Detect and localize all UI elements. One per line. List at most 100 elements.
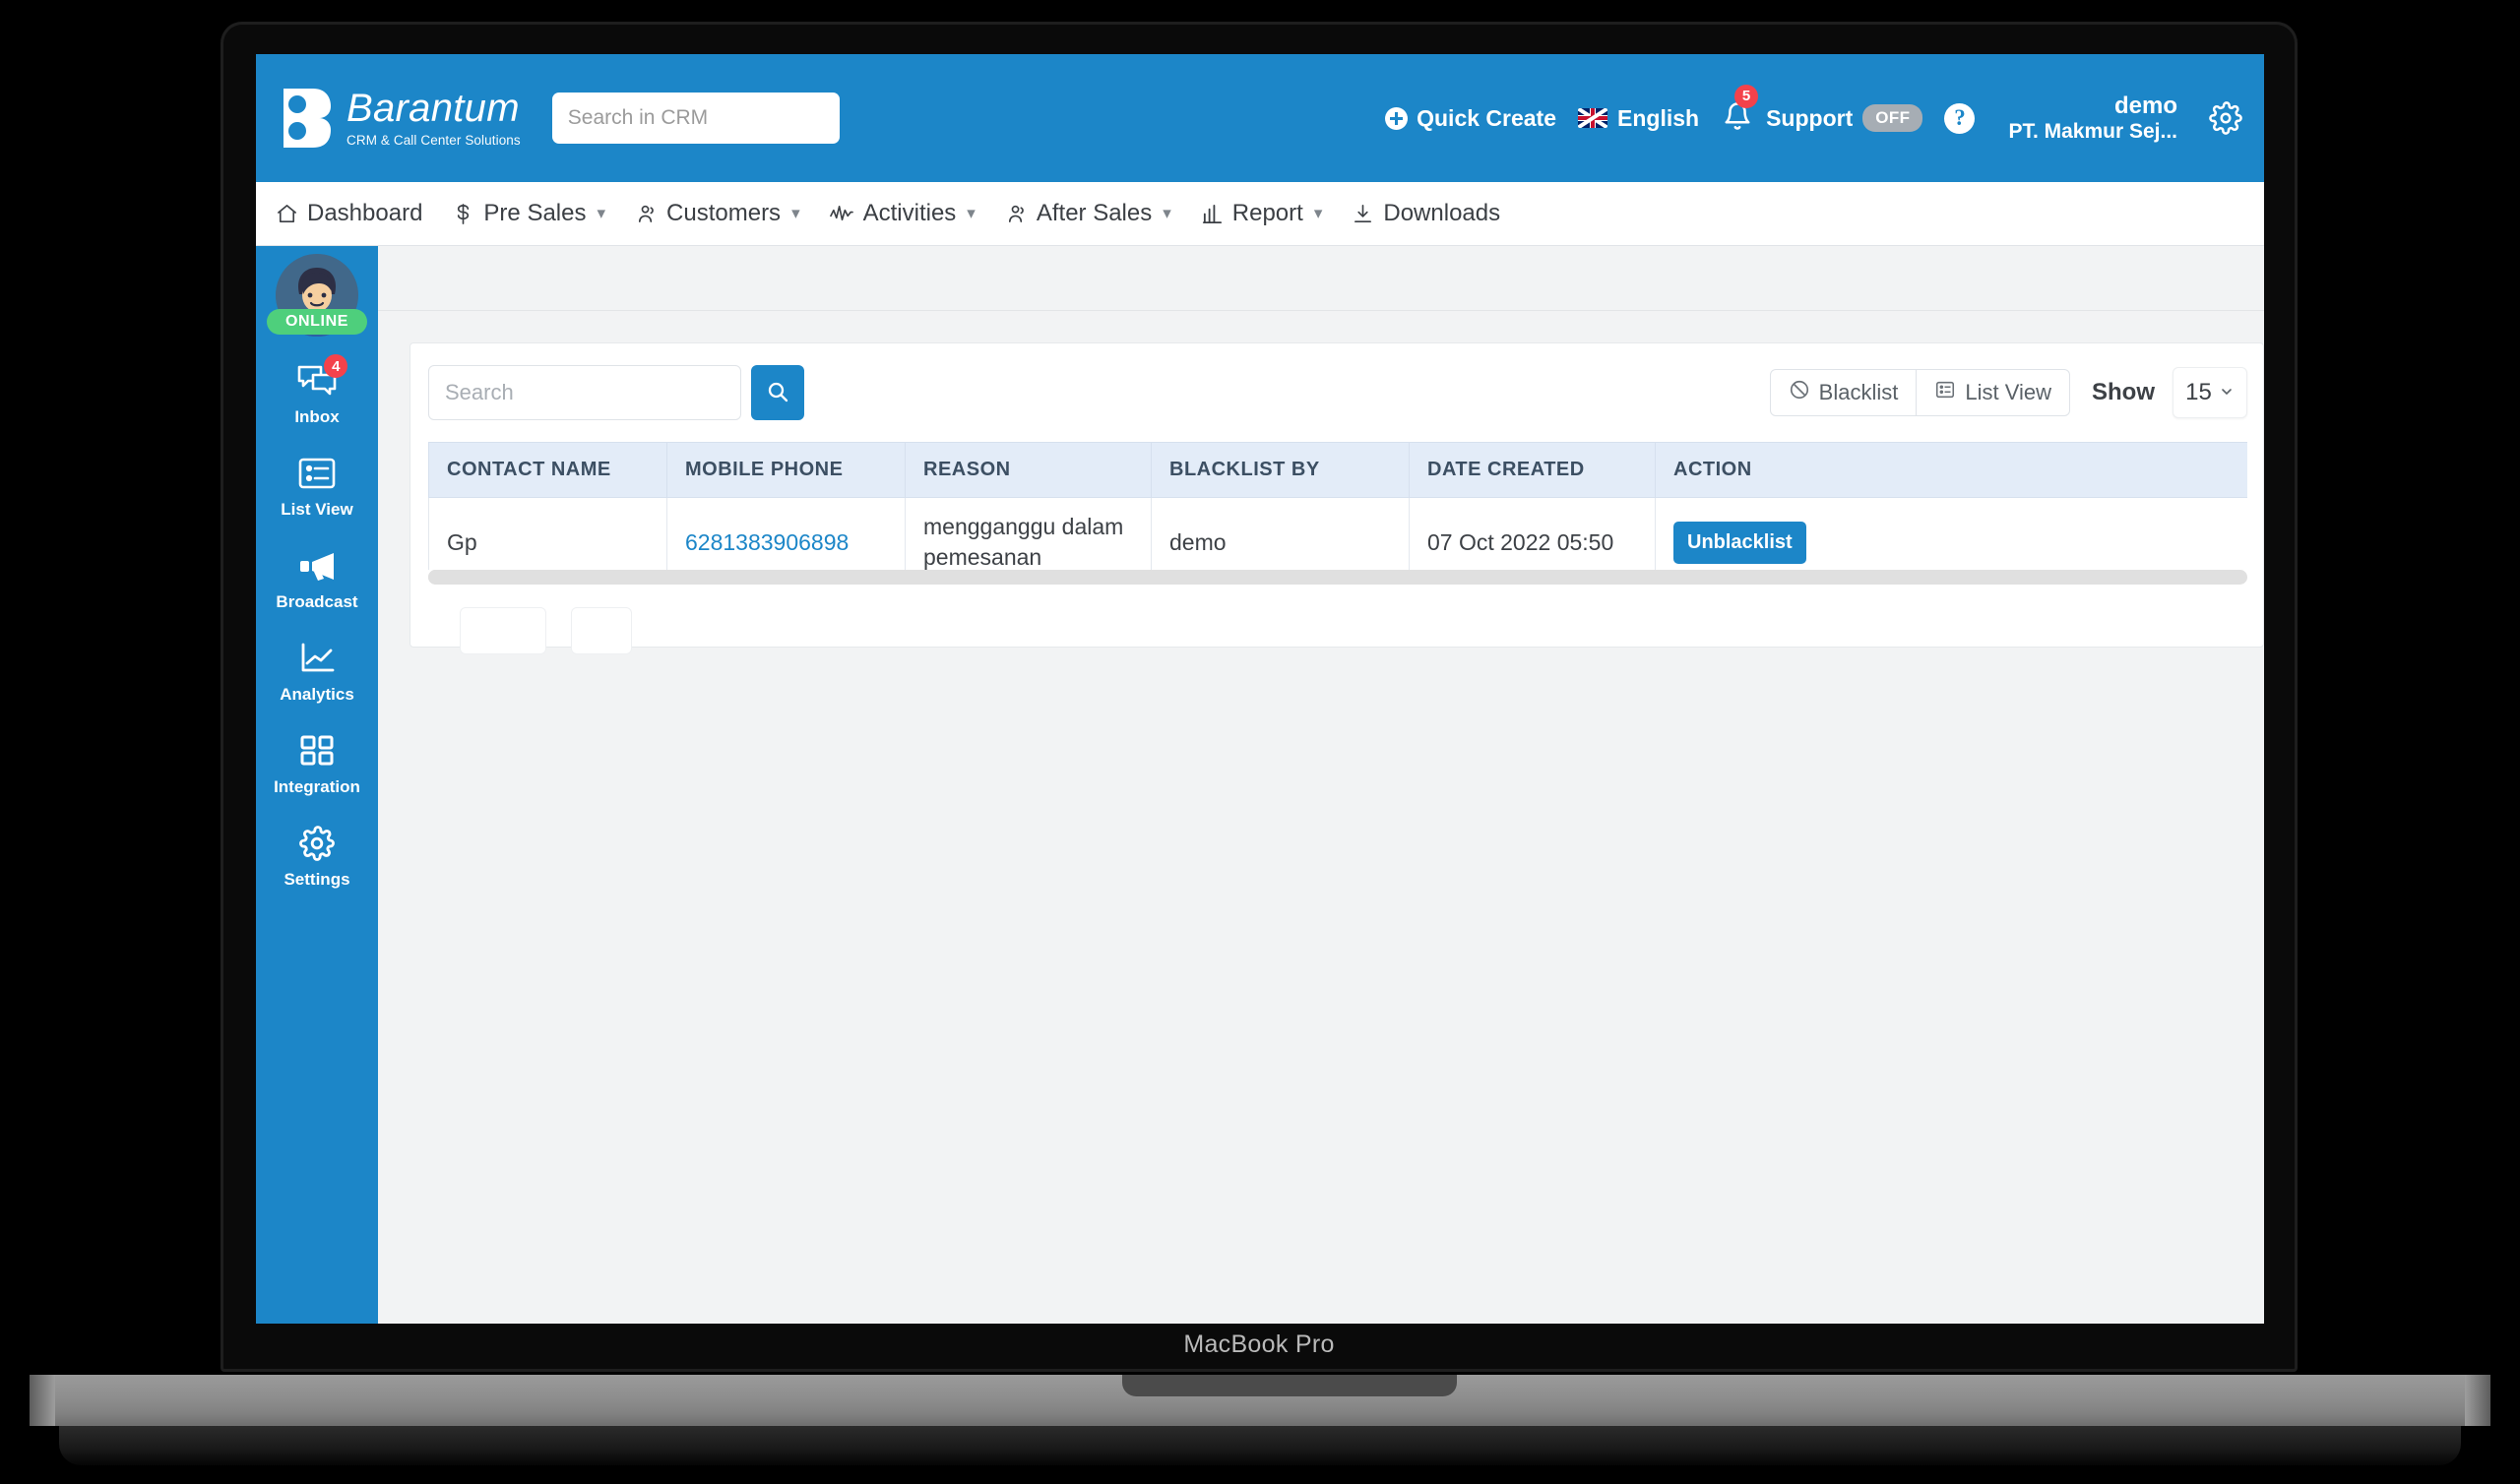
people-icon [635,203,658,225]
notifications-button[interactable]: 5 [1723,84,1759,137]
sidebar-item-label: List View [281,500,353,519]
phone-link[interactable]: 6281383906898 [685,529,849,555]
avatar[interactable]: ONLINE [267,254,367,337]
column-header-reason[interactable]: REASON [905,442,1152,498]
laptop-notch [1122,1375,1457,1396]
chevron-down-icon: ▾ [1313,204,1323,222]
nav-label: Activities [862,200,957,226]
screen-viewport: Barantum CRM & Call Center Solutions Qui… [256,54,2264,1324]
nav-label: Pre Sales [483,200,587,226]
main-navigation: Dashboard Pre Sales ▾ Customers ▾ Activi… [256,182,2264,246]
page-size-value: 15 [2185,379,2212,405]
bar-chart-icon [1201,203,1224,225]
nav-label: Report [1231,200,1303,226]
sidebar-item-integration[interactable]: Integration [274,730,360,797]
nav-item-dashboard[interactable]: Dashboard [276,200,422,227]
sidebar-item-label: Inbox [294,407,340,426]
barantum-logo-icon [274,85,333,152]
notification-badge: 5 [1734,84,1759,108]
table-scroll-area[interactable]: CONTACT NAME MOBILE PHONE REASON BLACKLI… [428,442,2247,570]
settings-gear-icon[interactable] [2209,101,2242,135]
sidebar-item-label: Broadcast [276,592,358,611]
download-icon [1352,203,1374,225]
blacklist-label: Blacklist [1818,380,1899,404]
uk-flag-icon [1578,108,1608,128]
list-view-button[interactable]: List View [1917,369,2070,416]
nav-item-after-sales[interactable]: After Sales ▾ [1005,200,1171,227]
chevron-down-icon: ▾ [597,204,606,222]
megaphone-icon [296,545,338,587]
blacklist-button[interactable]: Blacklist [1769,369,1918,416]
main-content: Blacklist List View [378,246,2264,1324]
cell-date-created: 07 Oct 2022 05:50 [1409,496,1656,570]
nav-label: Dashboard [307,200,423,226]
activity-icon [829,203,854,225]
cell-action: Unblacklist [1655,496,2247,570]
sidebar-item-list-view[interactable]: List View [281,453,353,520]
sidebar-item-label: Integration [274,777,360,796]
sidebar-item-settings[interactable]: Settings [284,823,350,890]
nav-item-activities[interactable]: Activities ▾ [829,200,976,227]
table-row: Gp 6281383906898 mengganggu dalam pemesa… [428,496,2247,570]
laptop-base-right-edge [2465,1375,2490,1426]
table-horizontal-scrollbar[interactable] [428,570,2247,585]
brand-name: Barantum [346,87,520,130]
chevron-down-icon [2219,379,2235,406]
quick-create-button[interactable]: Quick Create [1385,105,1556,132]
search-button[interactable] [751,365,804,420]
show-label: Show [2092,379,2155,405]
blacklist-table: CONTACT NAME MOBILE PHONE REASON BLACKLI… [428,442,2247,570]
search-input[interactable] [428,365,741,420]
chevron-down-icon: ▾ [967,204,976,222]
sidebar-item-analytics[interactable]: Analytics [280,638,354,705]
nav-item-customers[interactable]: Customers ▾ [635,200,800,227]
list-view-label: List View [1965,380,2051,404]
nav-item-report[interactable]: Report ▾ [1201,200,1323,227]
nav-item-pre-sales[interactable]: Pre Sales ▾ [452,200,605,227]
cell-reason: mengganggu dalam pemesanan [905,496,1152,570]
sidebar-item-inbox[interactable]: 4 Inbox [294,354,348,427]
laptop-mockup: Barantum CRM & Call Center Solutions Qui… [0,0,2520,1484]
scrollbar-thumb[interactable] [428,570,2200,585]
laptop-base-left-edge [30,1375,55,1426]
column-header-blacklist-by[interactable]: BLACKLIST BY [1151,442,1410,498]
support-toggle-group[interactable]: Support OFF [1766,104,1944,132]
blacklist-card: Blacklist List View [410,342,2264,654]
column-header-action[interactable]: ACTION [1655,442,2247,498]
unblacklist-button[interactable]: Unblacklist [1673,521,1806,564]
column-header-mobile-phone[interactable]: MOBILE PHONE [666,442,906,498]
gear-icon [298,823,336,864]
sidebar-item-broadcast[interactable]: Broadcast [276,545,358,612]
column-header-date-created[interactable]: DATE CREATED [1409,442,1656,498]
user-name: demo [2113,92,2177,119]
dollar-icon [452,203,474,225]
search-icon [766,380,789,406]
inbox-badge: 4 [324,354,348,378]
device-label: MacBook Pro [1183,1330,1335,1358]
toolbar-right: Blacklist List View Show 15 [1769,367,2247,418]
view-toggle-group: Blacklist List View [1769,369,2070,416]
pagination-placeholder-right[interactable] [571,607,632,654]
grid-icon [299,730,335,772]
brand-text: Barantum CRM & Call Center Solutions [346,89,521,148]
quick-create-label: Quick Create [1417,104,1557,131]
help-icon[interactable]: ? [1944,102,1976,134]
nav-item-downloads[interactable]: Downloads [1352,200,1500,227]
user-profile[interactable]: demo PT. Makmur Sej... [2008,93,2177,143]
header-actions: Quick Create English 5 Support OFF ? dem… [1385,54,2242,182]
nav-label: Downloads [1383,200,1501,226]
cell-mobile-phone: 6281383906898 [666,496,906,570]
chevron-down-icon: ▾ [1163,204,1171,222]
chevron-down-icon: ▾ [791,204,800,222]
user-company: PT. Makmur Sej... [2008,119,2177,143]
list-icon [1934,379,1956,406]
support-state-badge[interactable]: OFF [1862,104,1923,132]
brand-logo[interactable]: Barantum CRM & Call Center Solutions [274,85,521,152]
page-size-select[interactable]: 15 [2173,367,2247,418]
brand-tagline: CRM & Call Center Solutions [346,133,521,148]
people-icon [1005,203,1028,225]
language-selector[interactable]: English [1578,105,1699,132]
global-search-input[interactable] [551,93,840,144]
pagination-placeholder-left[interactable] [460,607,546,654]
column-header-contact-name[interactable]: CONTACT NAME [428,442,667,498]
